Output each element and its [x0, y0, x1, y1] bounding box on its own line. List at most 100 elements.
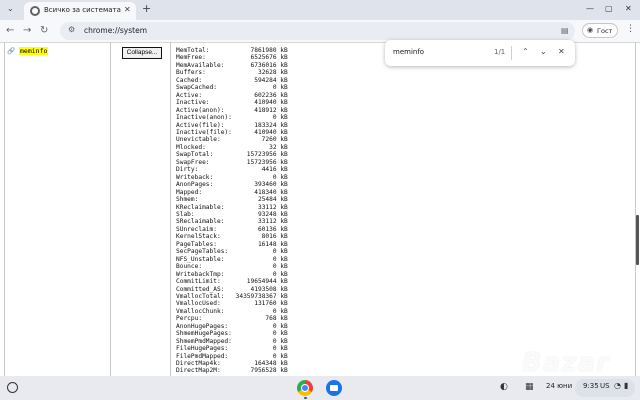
shelf-date[interactable]: 24 юни	[546, 382, 572, 390]
tab-search-icon[interactable]: ⌄	[7, 4, 14, 13]
page-content: 🔗 meminfo Collapse... MemTotal: 7861980 …	[0, 42, 640, 376]
watermark-logo: Bazar	[522, 348, 610, 378]
meminfo-amount: 602236 kB	[202, 91, 288, 99]
address-bar[interactable]: ⚙ chrome://system ▤	[60, 22, 575, 40]
meminfo-key: Active(file):	[176, 121, 225, 129]
meminfo-amount: 32 kB	[205, 143, 288, 151]
meminfo-row: SReclaimable: 33112 kB	[176, 218, 288, 225]
meminfo-amount: 0 kB	[216, 84, 288, 92]
meminfo-row: SecPageTables: 0 kB	[176, 248, 288, 255]
guest-profile-button[interactable]: ◉ Гост	[582, 23, 618, 38]
clock[interactable]: 9:35	[583, 382, 599, 390]
table-border	[110, 42, 111, 376]
find-close-icon[interactable]: ✕	[558, 46, 565, 58]
chrome-app-icon[interactable]	[297, 380, 313, 396]
scrollbar-match-marker[interactable]	[636, 215, 639, 265]
meminfo-row: Inactive(anon): 0 kB	[176, 114, 288, 121]
meminfo-amount: 19654944 kB	[220, 278, 288, 286]
meminfo-amount: 0 kB	[228, 345, 288, 353]
meminfo-key: FileHugePages:	[176, 345, 229, 353]
meminfo-key: Mapped:	[176, 188, 203, 196]
meminfo-row: Writeback: 0 kB	[176, 174, 288, 181]
meminfo-row: CommitLimit: 19654944 kB	[176, 278, 288, 285]
find-next-icon[interactable]: ⌄	[540, 46, 547, 58]
find-input[interactable]: meminfo	[393, 48, 424, 56]
meminfo-amount: 15723956 kB	[213, 151, 288, 159]
page-action-icon[interactable]: ▤	[561, 26, 569, 35]
meminfo-amount: 0 kB	[231, 114, 288, 122]
meminfo-row: VmallocTotal: 34359738367 kB	[176, 293, 288, 300]
meminfo-amount: 60136 kB	[216, 225, 288, 233]
meminfo-key: MemFree:	[176, 54, 206, 62]
running-indicator	[303, 397, 307, 399]
divider	[511, 46, 512, 60]
launcher-icon[interactable]	[7, 382, 18, 393]
meminfo-row: SUnreclaim: 60136 kB	[176, 226, 288, 233]
forward-icon[interactable]: →	[23, 24, 31, 38]
meminfo-key: VmallocTotal:	[176, 292, 225, 300]
meminfo-row: VmallocUsed: 131760 kB	[176, 300, 288, 307]
collapse-button[interactable]: Collapse...	[122, 47, 162, 59]
meminfo-amount: 16148 kB	[216, 240, 288, 248]
new-tab-icon[interactable]: +	[142, 2, 151, 16]
meminfo-row: MemAvailable: 6736016 kB	[176, 62, 288, 69]
meminfo-row: Dirty: 4416 kB	[176, 166, 288, 173]
meminfo-row: Inactive(file): 410940 kB	[176, 129, 288, 136]
guest-label: Гост	[597, 26, 613, 35]
link-icon: 🔗	[7, 47, 16, 55]
meminfo-key: SReclaimable:	[176, 218, 225, 226]
meminfo-row: Buffers: 32628 kB	[176, 69, 288, 76]
back-icon[interactable]: ←	[6, 24, 14, 38]
table-border	[4, 42, 5, 376]
meminfo-anchor-link[interactable]: 🔗 meminfo	[7, 47, 49, 55]
keyboard-icon[interactable]: ▦	[525, 382, 534, 392]
meminfo-key: VmallocUsed:	[176, 300, 221, 308]
meminfo-amount: 418340 kB	[202, 188, 288, 196]
meminfo-amount: 594284 kB	[202, 76, 288, 84]
meminfo-amount: 15723956 kB	[209, 158, 288, 166]
window-close-icon[interactable]: ✕	[625, 3, 632, 15]
meminfo-key: Inactive:	[176, 99, 210, 107]
meminfo-row: PageTables: 16148 kB	[176, 241, 288, 248]
menu-icon[interactable]: ⋮	[626, 24, 635, 34]
meminfo-key: Inactive(file):	[176, 128, 232, 136]
meminfo-row: ShmemPmdMapped: 0 kB	[176, 338, 288, 345]
tab-system[interactable]: Всичко за системата ✕	[24, 2, 136, 20]
meminfo-row: FileHugePages: 0 kB	[176, 345, 288, 352]
input-method[interactable]: US	[600, 382, 610, 390]
chrome-logo-icon	[30, 6, 40, 16]
meminfo-key: KReclaimable:	[176, 203, 225, 211]
meminfo-amount: 131760 kB	[220, 300, 288, 308]
meminfo-amount: 34359738367 kB	[224, 292, 288, 300]
files-app-icon[interactable]	[326, 380, 342, 396]
meminfo-key: MemTotal:	[176, 47, 210, 54]
meminfo-key: VmallocChunk:	[176, 307, 225, 315]
find-previous-icon[interactable]: ⌃	[522, 46, 529, 58]
tote-icon[interactable]: ◐	[500, 382, 508, 392]
key-name: meminfo	[19, 47, 49, 55]
reload-icon[interactable]: ↻	[40, 24, 48, 38]
chrome-app-icon-center	[301, 384, 309, 392]
meminfo-key: Writeback:	[176, 173, 214, 181]
meminfo-row: Shmem: 25484 kB	[176, 196, 288, 203]
meminfo-row: MemFree: 6525676 kB	[176, 54, 288, 61]
meminfo-key: Inactive(anon):	[176, 114, 232, 122]
minimize-icon[interactable]: —	[586, 3, 594, 15]
site-info-icon[interactable]: ⚙	[68, 25, 75, 34]
url-text[interactable]: chrome://system	[84, 26, 147, 35]
meminfo-amount: 0 kB	[228, 322, 288, 330]
folder-icon	[330, 385, 338, 391]
meminfo-key: SUnreclaim:	[176, 225, 217, 233]
meminfo-key: ShmemPmdMapped:	[176, 337, 232, 345]
meminfo-row: Active(file): 183324 kB	[176, 122, 288, 129]
meminfo-key: AnonHugePages:	[176, 322, 229, 330]
maximize-icon[interactable]: ▢	[605, 3, 613, 15]
meminfo-key: SwapCached:	[176, 84, 217, 92]
meminfo-row: Cached: 594284 kB	[176, 77, 288, 84]
table-border	[635, 42, 636, 376]
meminfo-row: Slab: 93248 kB	[176, 211, 288, 218]
meminfo-key: Slab:	[176, 210, 195, 218]
close-icon[interactable]: ✕	[124, 5, 131, 15]
meminfo-row: SwapTotal: 15723956 kB	[176, 151, 288, 158]
tab-title: Всичко за системата	[44, 6, 121, 14]
